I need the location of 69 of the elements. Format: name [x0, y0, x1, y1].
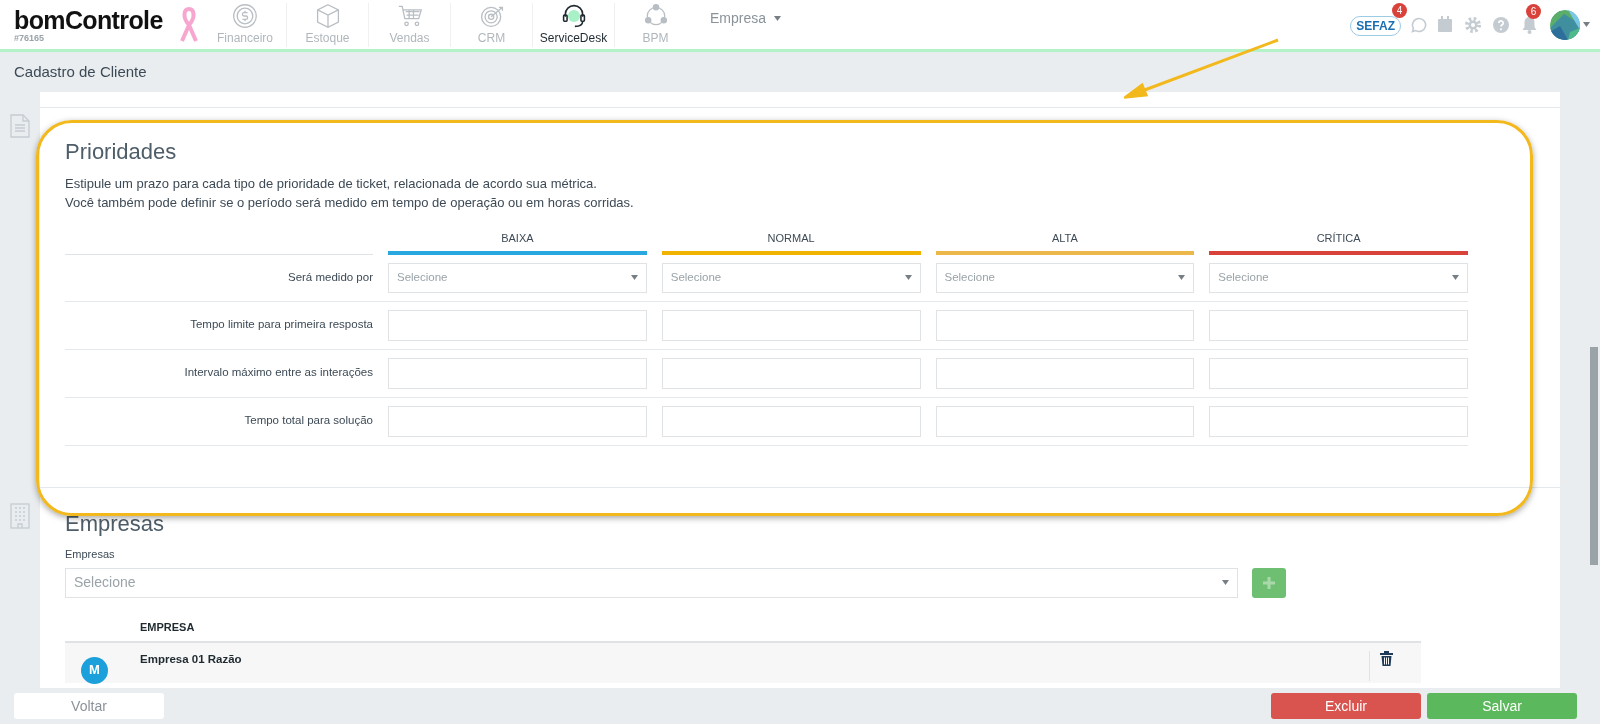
- section-title: Prioridades: [65, 138, 178, 166]
- row-label: Será medido por: [286, 269, 373, 285]
- calendar-icon[interactable]: [1437, 16, 1453, 33]
- module-tab[interactable]: BPM: [614, 2, 696, 47]
- input-field[interactable]: [661, 405, 921, 437]
- input-field[interactable]: [935, 405, 1195, 437]
- sefaz-button[interactable]: SEFAZ: [1350, 15, 1401, 36]
- building-icon: [10, 503, 30, 529]
- column-header: EMPRESA: [140, 619, 195, 635]
- input-field[interactable]: [1209, 309, 1468, 341]
- input-field[interactable]: [388, 357, 647, 389]
- description-text: Estipule um prazo para cada tipo de prioridade de ticket, relacionada de acordo sua métrica.: [65, 175, 598, 193]
- help-icon[interactable]: [1493, 16, 1509, 33]
- section-title: Empresas: [65, 510, 166, 538]
- select-field[interactable]: Selecione: [388, 262, 647, 293]
- module-tab[interactable]: Estoque: [286, 2, 368, 47]
- company-name[interactable]: Empresa 01 Razão: [140, 650, 242, 668]
- input-field[interactable]: [935, 357, 1195, 389]
- plus-icon: [1263, 576, 1275, 589]
- delete-button[interactable]: Excluir: [1271, 693, 1421, 719]
- chat-bubble-icon[interactable]: [1411, 16, 1427, 33]
- row-label: Tempo total para solução: [243, 413, 373, 429]
- input-field[interactable]: [935, 309, 1195, 341]
- module-tab[interactable]: Financeiro: [204, 2, 286, 47]
- notification-badge: 4: [1392, 2, 1407, 18]
- dollar-coin-icon: [230, 2, 260, 29]
- select-field[interactable]: Selecione: [935, 262, 1195, 293]
- field-label: Empresas: [65, 547, 116, 562]
- input-field[interactable]: [1209, 357, 1468, 389]
- company-dropdown[interactable]: Empresa: [710, 8, 782, 29]
- add-button[interactable]: [1252, 567, 1286, 598]
- input-field[interactable]: [388, 309, 647, 341]
- caret-icon: [904, 275, 912, 280]
- select-field[interactable]: Selecione: [1209, 262, 1468, 293]
- select-field[interactable]: Selecione: [65, 567, 1238, 598]
- caret-icon: [630, 275, 638, 280]
- row-label: Intervalo máximo entre as interações: [183, 365, 373, 381]
- avatar: M: [81, 656, 108, 684]
- module-tab[interactable]: CRM: [450, 2, 532, 47]
- account-number: #76165: [14, 32, 46, 43]
- save-button[interactable]: Salvar: [1427, 693, 1577, 719]
- settings-icon[interactable]: [1465, 16, 1481, 33]
- ribbon-icon: [178, 4, 200, 45]
- back-button[interactable]: Voltar: [14, 693, 164, 719]
- input-field[interactable]: [661, 357, 921, 389]
- input-field[interactable]: [388, 405, 647, 437]
- bell-icon[interactable]: [1521, 15, 1538, 34]
- input-field[interactable]: [661, 309, 921, 341]
- select-field[interactable]: Selecione: [661, 262, 921, 293]
- priority-column-header: BAIXA: [388, 230, 647, 255]
- notification-badge: 6: [1526, 3, 1541, 19]
- module-tab[interactable]: Vendas: [368, 2, 450, 47]
- caret-icon: [1452, 275, 1459, 280]
- priority-column-header: CRÍTICA: [1209, 230, 1468, 255]
- logo[interactable]: bomControle: [14, 6, 200, 33]
- caret-icon: [1222, 580, 1229, 585]
- input-field[interactable]: [1209, 405, 1468, 437]
- trash-icon[interactable]: [1380, 650, 1393, 666]
- caret-icon: [774, 16, 782, 21]
- page-title: Cadastro de Cliente: [14, 61, 147, 82]
- description-text: Você também pode definir se o período será medido em tempo de operação ou em horas corridas.: [65, 194, 635, 212]
- module-tab[interactable]: ServiceDesk: [532, 2, 614, 47]
- priority-column-header: ALTA: [935, 230, 1195, 255]
- priority-column-header: NORMAL: [661, 230, 921, 255]
- row-label: Tempo limite para primeira resposta: [189, 317, 373, 333]
- caret-icon: [1583, 22, 1590, 27]
- caret-icon: [1178, 275, 1186, 280]
- document-icon: [10, 114, 30, 138]
- scrollbar-thumb[interactable]: [1590, 347, 1598, 565]
